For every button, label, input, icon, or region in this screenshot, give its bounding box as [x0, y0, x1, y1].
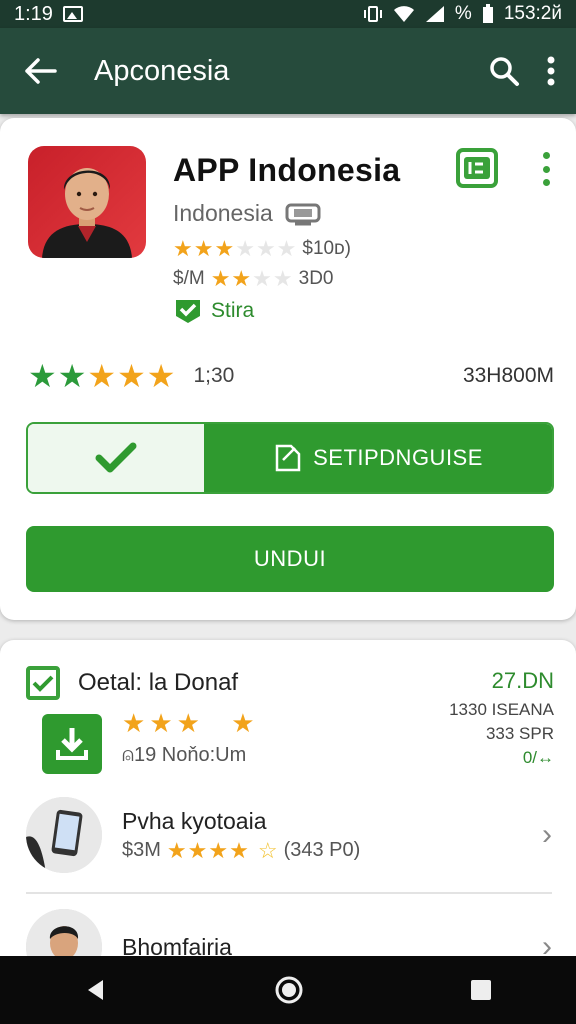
- chevron-right-icon: ›: [542, 818, 552, 851]
- battery-icon: [482, 4, 493, 23]
- signal-icon: [425, 6, 444, 22]
- app-price-tail: 3D0: [298, 268, 334, 289]
- person-portrait-icon: [42, 168, 132, 258]
- confirm-button[interactable]: [28, 424, 204, 492]
- install-button[interactable]: UNDUI: [26, 526, 554, 592]
- app-more-button[interactable]: [538, 152, 554, 186]
- details-title: Oetal: la Donaf: [78, 669, 239, 696]
- back-arrow-icon: [25, 58, 57, 84]
- app-status-line: Stira: [173, 298, 254, 324]
- app-price-line: $/M ★ ★ ★ ★ 3D0: [173, 268, 333, 290]
- list-item-price: $3M: [122, 839, 161, 861]
- app-price: $/M: [173, 268, 205, 289]
- review-count: 1;30: [193, 364, 235, 387]
- avatar: [26, 797, 102, 873]
- app-badge[interactable]: [456, 148, 498, 188]
- developer-row: Indonesia: [173, 200, 321, 227]
- details-stars: ★ ★ ★ ★ ★: [122, 708, 255, 738]
- phone-photo-icon: [26, 797, 102, 873]
- nav-recents-icon[interactable]: [469, 978, 493, 1002]
- system-nav-bar: [0, 956, 576, 1024]
- app-rating-tail: $10ᴅ): [302, 238, 351, 259]
- download-arrow-icon: [56, 728, 88, 760]
- verified-badge-icon: [176, 300, 200, 323]
- details-stat-3: 333 SPR: [485, 724, 554, 743]
- app-rating-line: ★ ★ ★ ★ ★ ★ $10ᴅ): [173, 238, 351, 260]
- app-icon: [28, 146, 146, 258]
- app-rating-stars: ★ ★ ★ ★ ★ ★: [173, 236, 297, 261]
- nav-home-icon[interactable]: [274, 975, 304, 1005]
- divider: [26, 892, 552, 894]
- search-icon[interactable]: [488, 55, 520, 87]
- app-price-stars: ★ ★ ★ ★: [210, 266, 293, 291]
- details-checkbox[interactable]: [26, 666, 60, 700]
- install-button-label: UNDUI: [253, 546, 327, 571]
- details-stat-1: 27.DN: [491, 668, 554, 693]
- app-name: APP Indonesia: [173, 152, 401, 188]
- ticket-icon: [464, 157, 490, 179]
- overall-rating-stars: ★ ★ ★ ★ ★: [28, 358, 176, 394]
- download-icon[interactable]: [42, 714, 102, 774]
- details-stats: 27.DN 1330 ISEANA 333 SPR 0/↔: [449, 668, 554, 768]
- status-time: 1:19: [14, 2, 53, 25]
- list-item-title: Pvha kyotoaia: [122, 808, 267, 834]
- more-vert-icon[interactable]: [546, 56, 556, 86]
- check-icon: [32, 675, 54, 692]
- status-clock-right: 153:2й: [503, 3, 562, 24]
- vibrate-icon: [363, 6, 382, 22]
- status-bar: 1:19 % 153:2й: [0, 0, 576, 28]
- app-bar: Apconesia: [0, 28, 576, 114]
- list-item[interactable]: Pvha kyotoaia $3M ★ ★ ★ ★ ☆ (343 P0) ›: [26, 790, 552, 880]
- secondary-action-label: SETIPDNGUISE: [313, 445, 483, 470]
- details-stat-2: 1330 ISEANA: [449, 700, 554, 719]
- developer-name: Indonesia: [173, 200, 273, 226]
- split-action-button: SETIPDNGUISE: [26, 422, 554, 494]
- app-bar-title: Apconesia: [94, 54, 230, 87]
- gallery-notification-icon: [62, 6, 83, 22]
- list-item-subtitle: $3M ★ ★ ★ ★ ☆ (343 P0): [122, 839, 360, 862]
- details-header: Oetal: la Donaf: [26, 666, 238, 700]
- back-button[interactable]: [0, 28, 80, 114]
- overall-rating-row: ★ ★ ★ ★ ★ 1;30 33H800M: [28, 360, 554, 392]
- list-item-tail: (343 P0): [283, 839, 361, 861]
- battery-text: %: [454, 3, 472, 24]
- nav-back-icon[interactable]: [83, 977, 109, 1003]
- app-status-text: Stira: [211, 299, 255, 322]
- checkmark-icon: [95, 442, 137, 473]
- app-size: 33H800M: [462, 364, 554, 387]
- device-icon: [285, 203, 321, 225]
- secondary-action-button[interactable]: SETIPDNGUISE: [204, 424, 552, 492]
- wifi-icon: [393, 6, 414, 22]
- details-link[interactable]: 0/↔: [449, 748, 554, 768]
- document-edit-icon: [275, 444, 301, 472]
- details-subtitle: ⍝19 Noňo:Um: [122, 744, 247, 766]
- details-card: Oetal: la Donaf ★ ★ ★ ★ ★ ⍝19 Noňo:Um 27.DN …: [0, 640, 576, 985]
- app-header-card: APP Indonesia Indonesia ★ ★ ★ ★ ★ ★ $10ᴅ) $/M…: [0, 118, 576, 620]
- list-item-stars: ★ ★ ★ ★ ☆: [166, 837, 278, 863]
